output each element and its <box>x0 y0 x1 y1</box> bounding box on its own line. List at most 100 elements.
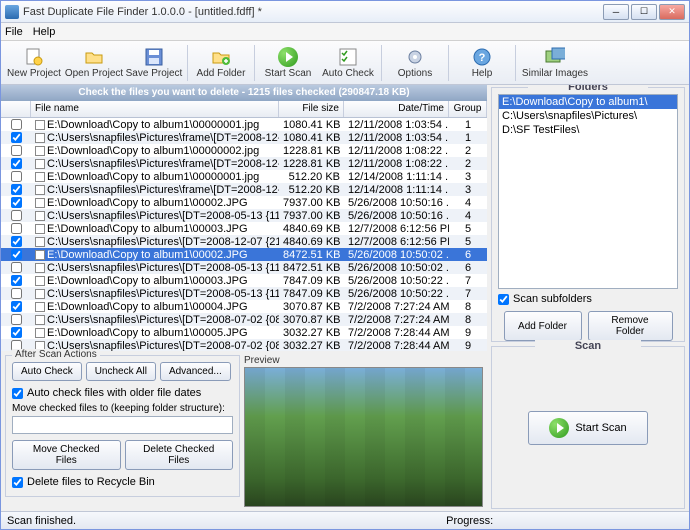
save-project-button[interactable]: Save Project <box>125 43 183 83</box>
table-row[interactable]: C:\Users\snapfiles\Pictures\[DT=2008-05-… <box>1 261 487 274</box>
table-row[interactable]: E:\Download\Copy to album1\00005.JPG 303… <box>1 326 487 339</box>
preview-image <box>244 367 483 507</box>
delete-checked-button[interactable]: Delete Checked Files <box>125 440 234 470</box>
table-row[interactable]: E:\Download\Copy to album1\00003.JPG 484… <box>1 222 487 235</box>
help-icon: ? <box>472 47 492 67</box>
menu-help[interactable]: Help <box>33 26 56 38</box>
table-row[interactable]: E:\Download\Copy to album1\00000001.jpg … <box>1 170 487 183</box>
options-button[interactable]: Options <box>386 43 444 83</box>
toolbar: New Project Open Project Save Project Ad… <box>1 41 689 85</box>
start-scan-main-button[interactable]: Start Scan <box>528 411 647 445</box>
row-checkbox[interactable] <box>11 301 22 312</box>
table-row[interactable]: C:\Users\snapfiles\Pictures\frame\[DT=20… <box>1 131 487 144</box>
file-icon <box>35 133 45 143</box>
file-icon <box>35 159 45 169</box>
row-checkbox[interactable] <box>11 249 22 260</box>
remove-folder-button[interactable]: Remove Folder <box>588 311 673 341</box>
table-row[interactable]: C:\Users\snapfiles\Pictures\frame\[DT=20… <box>1 157 487 170</box>
help-button[interactable]: ? Help <box>453 43 511 83</box>
folder-open-icon <box>84 47 104 67</box>
row-checkbox[interactable] <box>11 314 22 325</box>
row-checkbox[interactable] <box>11 184 22 195</box>
auto-check-action-button[interactable]: Auto Check <box>12 362 82 381</box>
row-checkbox[interactable] <box>11 197 22 208</box>
col-filesize[interactable]: File size <box>279 101 344 117</box>
folder-item[interactable]: E:\Download\Copy to album1\ <box>499 95 677 109</box>
window-title: Fast Duplicate File Finder 1.0.0.0 - [un… <box>23 6 603 18</box>
recycle-checkbox[interactable]: Delete files to Recycle Bin <box>12 476 233 488</box>
menu-file[interactable]: File <box>5 26 23 38</box>
file-icon <box>35 172 45 182</box>
images-icon <box>545 47 565 67</box>
folder-add-icon <box>211 47 231 67</box>
table-row[interactable]: C:\Users\snapfiles\Pictures\[DT=2008-07-… <box>1 313 487 326</box>
table-row[interactable]: E:\Download\Copy to album1\00003.JPG 784… <box>1 274 487 287</box>
app-icon <box>5 5 19 19</box>
close-button[interactable]: ✕ <box>659 4 685 20</box>
folder-item[interactable]: D:\SF TestFiles\ <box>499 123 677 137</box>
file-icon <box>35 237 45 247</box>
row-checkbox[interactable] <box>11 327 22 338</box>
file-icon <box>35 302 45 312</box>
scan-subfolders-checkbox[interactable]: Scan subfolders <box>498 293 678 305</box>
add-folder-right-button[interactable]: Add Folder <box>504 311 582 341</box>
row-checkbox[interactable] <box>11 145 22 156</box>
table-row[interactable]: E:\Download\Copy to album1\00000002.jpg … <box>1 144 487 157</box>
col-datetime[interactable]: Date/Time <box>344 101 449 117</box>
move-path-input[interactable] <box>12 416 233 434</box>
file-icon <box>35 146 45 156</box>
file-icon <box>35 328 45 338</box>
open-project-button[interactable]: Open Project <box>65 43 123 83</box>
row-checkbox[interactable] <box>11 275 22 286</box>
file-icon <box>35 315 45 325</box>
row-checkbox[interactable] <box>11 210 22 221</box>
older-dates-checkbox[interactable]: Auto check files with older file dates <box>12 387 233 399</box>
table-row[interactable]: C:\Users\snapfiles\Pictures\[DT=2008-12-… <box>1 235 487 248</box>
minimize-button[interactable]: ─ <box>603 4 629 20</box>
scan-panel: Scan Start Scan <box>491 346 685 509</box>
row-checkbox[interactable] <box>11 236 22 247</box>
status-text: Scan finished. <box>7 515 76 527</box>
folder-item[interactable]: C:\Users\snapfiles\Pictures\ <box>499 109 677 123</box>
similar-images-button[interactable]: Similar Images <box>520 43 590 83</box>
row-checkbox[interactable] <box>11 223 22 234</box>
file-icon <box>35 120 45 130</box>
table-row[interactable]: C:\Users\snapfiles\Pictures\frame\[DT=20… <box>1 183 487 196</box>
table-row[interactable]: E:\Download\Copy to album1\00000001.jpg … <box>1 118 487 131</box>
row-checkbox[interactable] <box>11 132 22 143</box>
table-row[interactable]: C:\Users\snapfiles\Pictures\[DT=2008-05-… <box>1 209 487 222</box>
auto-check-button[interactable]: Auto Check <box>319 43 377 83</box>
row-checkbox[interactable] <box>11 262 22 273</box>
file-icon <box>35 185 45 195</box>
new-project-button[interactable]: New Project <box>5 43 63 83</box>
table-row[interactable]: E:\Download\Copy to album1\00002.JPG 847… <box>1 248 487 261</box>
row-checkbox[interactable] <box>11 288 22 299</box>
file-list[interactable]: E:\Download\Copy to album1\00000001.jpg … <box>1 118 487 351</box>
col-filename[interactable]: File name <box>31 101 279 117</box>
row-checkbox[interactable] <box>11 171 22 182</box>
start-scan-button[interactable]: Start Scan <box>259 43 317 83</box>
file-icon <box>35 198 45 208</box>
folder-list[interactable]: E:\Download\Copy to album1\C:\Users\snap… <box>498 94 678 289</box>
maximize-button[interactable]: ☐ <box>631 4 657 20</box>
play-icon <box>278 47 298 67</box>
list-summary: Check the files you want to delete - 121… <box>1 85 487 101</box>
gear-icon <box>405 47 425 67</box>
menubar: File Help <box>1 23 689 41</box>
move-checked-button[interactable]: Move Checked Files <box>12 440 121 470</box>
file-icon <box>35 250 45 260</box>
progress-label: Progress: <box>446 515 493 527</box>
col-group[interactable]: Group <box>449 101 487 117</box>
after-scan-actions: After Scan Actions Auto Check Uncheck Al… <box>5 355 240 497</box>
table-row[interactable]: C:\Users\snapfiles\Pictures\[DT=2008-05-… <box>1 287 487 300</box>
row-checkbox[interactable] <box>11 158 22 169</box>
table-row[interactable]: E:\Download\Copy to album1\00002.JPG 793… <box>1 196 487 209</box>
file-icon <box>35 289 45 299</box>
add-folder-button[interactable]: Add Folder <box>192 43 250 83</box>
table-row[interactable]: E:\Download\Copy to album1\00004.JPG 307… <box>1 300 487 313</box>
advanced-button[interactable]: Advanced... <box>160 362 231 381</box>
uncheck-all-button[interactable]: Uncheck All <box>86 362 156 381</box>
row-checkbox[interactable] <box>11 119 22 130</box>
check-list-icon <box>338 47 358 67</box>
new-project-icon <box>24 47 44 67</box>
